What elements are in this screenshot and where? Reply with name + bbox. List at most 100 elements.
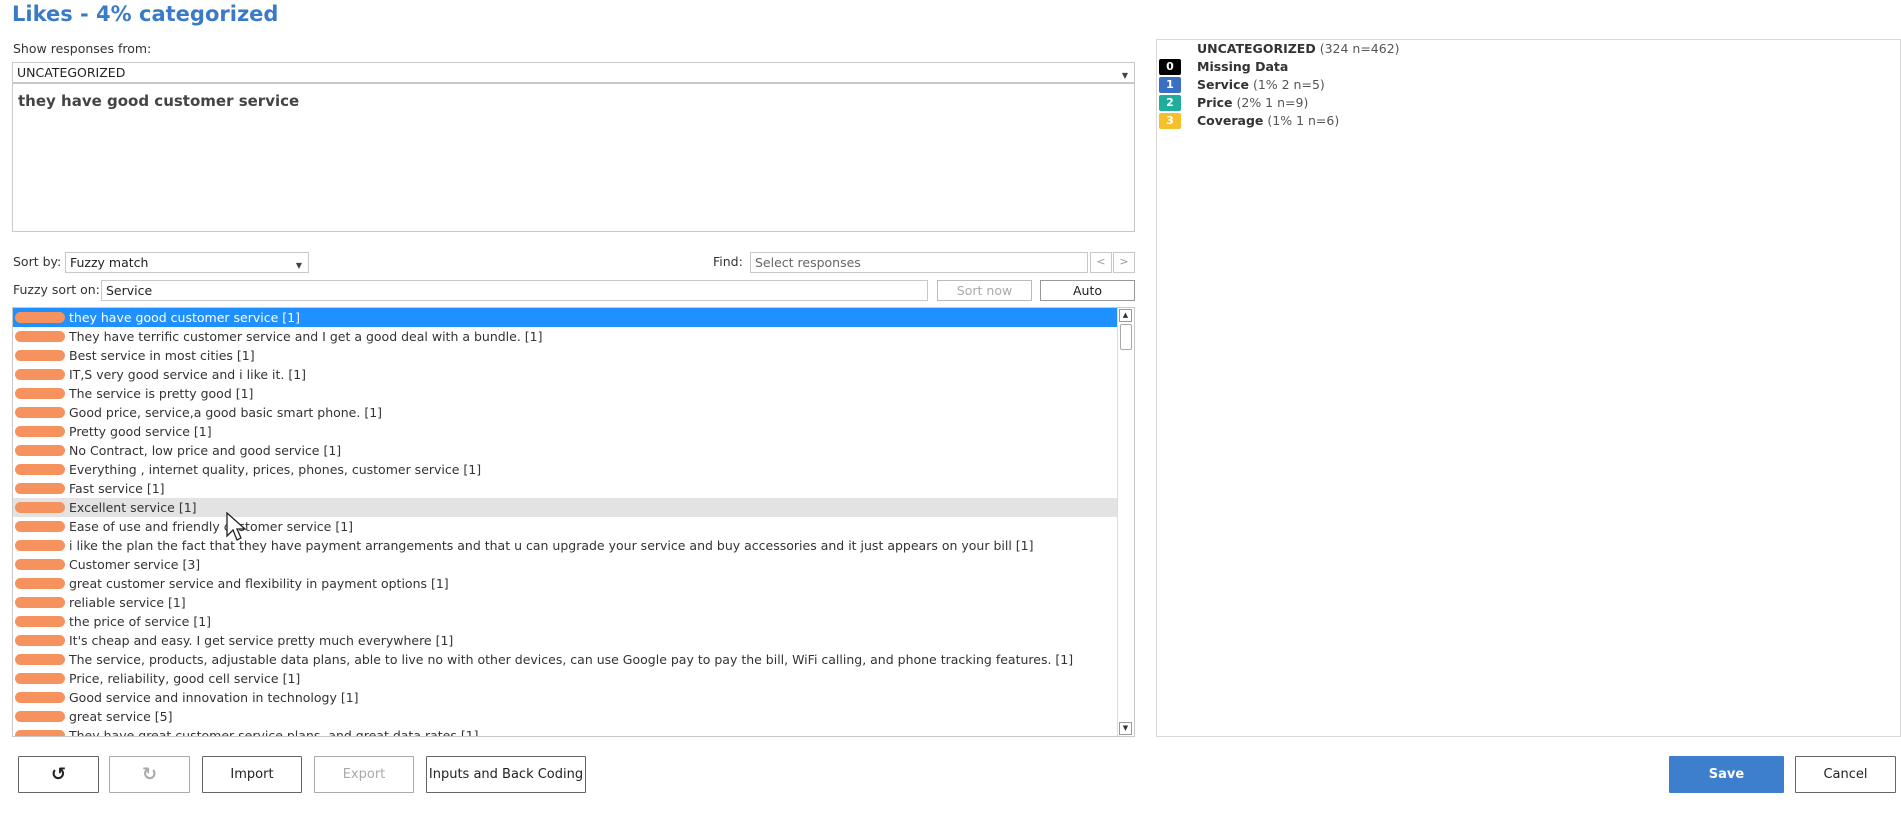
scroll-down-icon[interactable]: ▼ bbox=[1119, 722, 1132, 735]
sort-now-button[interactable]: Sort now bbox=[937, 280, 1032, 301]
scroll-up-icon[interactable]: ▲ bbox=[1119, 309, 1132, 322]
list-item[interactable]: Good service and innovation in technolog… bbox=[13, 688, 1118, 707]
cancel-button[interactable]: Cancel bbox=[1795, 756, 1896, 793]
list-item-text: Best service in most cities [1] bbox=[69, 348, 255, 363]
import-button[interactable]: Import bbox=[202, 756, 302, 793]
uncategorized-tag bbox=[15, 350, 65, 361]
list-item[interactable]: i like the plan the fact that they have … bbox=[13, 536, 1118, 555]
redo-icon: ↻ bbox=[141, 764, 158, 785]
undo-button[interactable]: ↺ bbox=[18, 756, 99, 793]
uncategorized-tag bbox=[15, 312, 65, 323]
list-item-text: Customer service [3] bbox=[69, 557, 201, 572]
sort-label: Sort by: bbox=[13, 254, 62, 269]
list-item[interactable]: They have terrific customer service and … bbox=[13, 327, 1118, 346]
list-item[interactable]: they have good customer service [1] bbox=[13, 308, 1118, 327]
find-placeholder: Select responses bbox=[755, 255, 861, 270]
responses-rows: they have good customer service [1] They … bbox=[13, 308, 1134, 736]
save-categories-button[interactable]: Save Categories bbox=[1669, 756, 1784, 817]
uncategorized-tag bbox=[15, 597, 65, 608]
uncategorized-tag bbox=[15, 369, 65, 380]
export-button[interactable]: Export bbox=[314, 756, 414, 793]
fuzzy-input[interactable]: Service bbox=[101, 280, 928, 301]
list-item-text: Everything , internet quality, prices, p… bbox=[69, 462, 482, 477]
mouse-cursor-icon bbox=[226, 512, 247, 541]
list-item-text: i like the plan the fact that they have … bbox=[69, 538, 1034, 553]
list-item-text: IT,S very good service and i like it. [1… bbox=[69, 367, 307, 382]
fuzzy-label: Fuzzy sort on: bbox=[13, 282, 100, 297]
list-item-text: Ease of use and friendly customer servic… bbox=[69, 519, 354, 534]
list-item[interactable]: reliable service [1] bbox=[13, 593, 1118, 612]
uncategorized-tag bbox=[15, 616, 65, 627]
category-item[interactable]: Coverage (1% 1 n=6) bbox=[1197, 112, 1339, 130]
list-item-text: the price of service [1] bbox=[69, 614, 212, 629]
list-item[interactable]: The service is pretty good [1] bbox=[13, 384, 1118, 403]
list-item[interactable]: The service, products, adjustable data p… bbox=[13, 650, 1118, 669]
filter-dropdown[interactable]: UNCATEGORIZED ▼ bbox=[12, 62, 1135, 83]
uncategorized-tag bbox=[15, 540, 65, 551]
list-item[interactable]: Best service in most cities [1] bbox=[13, 346, 1118, 365]
auto-button[interactable]: Auto bbox=[1040, 280, 1135, 301]
uncategorized-tag bbox=[15, 445, 65, 456]
list-item-text: Pretty good service [1] bbox=[69, 424, 212, 439]
list-item[interactable]: They have great customer service plans, … bbox=[13, 726, 1118, 736]
list-item-text: great customer service and flexibility i… bbox=[69, 576, 449, 591]
list-item[interactable]: Everything , internet quality, prices, p… bbox=[13, 460, 1118, 479]
scroll-thumb[interactable] bbox=[1120, 324, 1132, 350]
category-uncategorized[interactable]: UNCATEGORIZED (324 n=462) bbox=[1197, 40, 1400, 58]
list-item-text: No Contract, low price and good service … bbox=[69, 443, 342, 458]
list-item-text: The service, products, adjustable data p… bbox=[69, 652, 1074, 667]
filter-value: UNCATEGORIZED bbox=[17, 65, 126, 80]
uncategorized-tag bbox=[15, 426, 65, 437]
find-next-button[interactable]: > bbox=[1113, 252, 1135, 273]
list-item[interactable]: IT,S very good service and i like it. [1… bbox=[13, 365, 1118, 384]
uncategorized-tag bbox=[15, 673, 65, 684]
list-item-text: Price, reliability, good cell service [1… bbox=[69, 671, 301, 686]
uncategorized-tag bbox=[15, 464, 65, 475]
list-item[interactable]: Pretty good service [1] bbox=[13, 422, 1118, 441]
list-item[interactable]: Good price, service,a good basic smart p… bbox=[13, 403, 1118, 422]
uncategorized-tag bbox=[15, 521, 65, 532]
list-item[interactable]: Excellent service [1] bbox=[13, 498, 1118, 517]
page-title: Likes - 4% categorized bbox=[12, 2, 279, 26]
uncategorized-tag bbox=[15, 331, 65, 342]
sort-dropdown[interactable]: Fuzzy match ▼ bbox=[65, 252, 309, 273]
chevron-down-icon: ▼ bbox=[1121, 71, 1128, 80]
sort-value: Fuzzy match bbox=[70, 255, 149, 270]
list-item[interactable]: Customer service [3] bbox=[13, 555, 1118, 574]
category-item[interactable]: Missing Data bbox=[1197, 58, 1288, 76]
category-number-badge[interactable]: 3 bbox=[1159, 113, 1181, 129]
list-item[interactable]: great service [5] bbox=[13, 707, 1118, 726]
list-item-text: The service is pretty good [1] bbox=[69, 386, 254, 401]
list-item[interactable]: No Contract, low price and good service … bbox=[13, 441, 1118, 460]
list-item-text: Good service and innovation in technolog… bbox=[69, 690, 359, 705]
undo-icon: ↺ bbox=[50, 764, 67, 785]
list-scrollbar[interactable]: ▲ ▼ bbox=[1117, 308, 1134, 736]
list-item-text: reliable service [1] bbox=[69, 595, 186, 610]
list-item[interactable]: Ease of use and friendly customer servic… bbox=[13, 517, 1118, 536]
category-item[interactable]: Price (2% 1 n=9) bbox=[1197, 94, 1308, 112]
list-item[interactable]: Price, reliability, good cell service [1… bbox=[13, 669, 1118, 688]
inputs-back-coding-button[interactable]: Inputs and Back Coding bbox=[426, 756, 586, 793]
categories-panel: UNCATEGORIZED (324 n=462) 0 Missing Data … bbox=[1156, 39, 1901, 737]
list-item[interactable]: the price of service [1] bbox=[13, 612, 1118, 631]
list-item-text: They have terrific customer service and … bbox=[69, 329, 543, 344]
list-item[interactable]: great customer service and flexibility i… bbox=[13, 574, 1118, 593]
category-number-badge[interactable]: 0 bbox=[1159, 59, 1181, 75]
category-item[interactable]: Service (1% 2 n=5) bbox=[1197, 76, 1325, 94]
list-item-text: great service [5] bbox=[69, 709, 173, 724]
responses-list[interactable]: they have good customer service [1] They … bbox=[12, 307, 1135, 737]
response-text-area[interactable]: they have good customer service bbox=[12, 83, 1135, 232]
find-input[interactable]: Select responses bbox=[750, 252, 1088, 273]
list-item[interactable]: It's cheap and easy. I get service prett… bbox=[13, 631, 1118, 650]
category-number-badge[interactable]: 2 bbox=[1159, 95, 1181, 111]
category-number-badge[interactable]: 1 bbox=[1159, 77, 1181, 93]
uncategorized-tag bbox=[15, 730, 65, 736]
find-prev-button[interactable]: < bbox=[1090, 252, 1112, 273]
redo-button[interactable]: ↻ bbox=[109, 756, 190, 793]
uncategorized-tag bbox=[15, 559, 65, 570]
list-item-text: Good price, service,a good basic smart p… bbox=[69, 405, 383, 420]
list-item[interactable]: Fast service [1] bbox=[13, 479, 1118, 498]
uncategorized-tag bbox=[15, 483, 65, 494]
uncategorized-tag bbox=[15, 635, 65, 646]
uncategorized-tag bbox=[15, 578, 65, 589]
